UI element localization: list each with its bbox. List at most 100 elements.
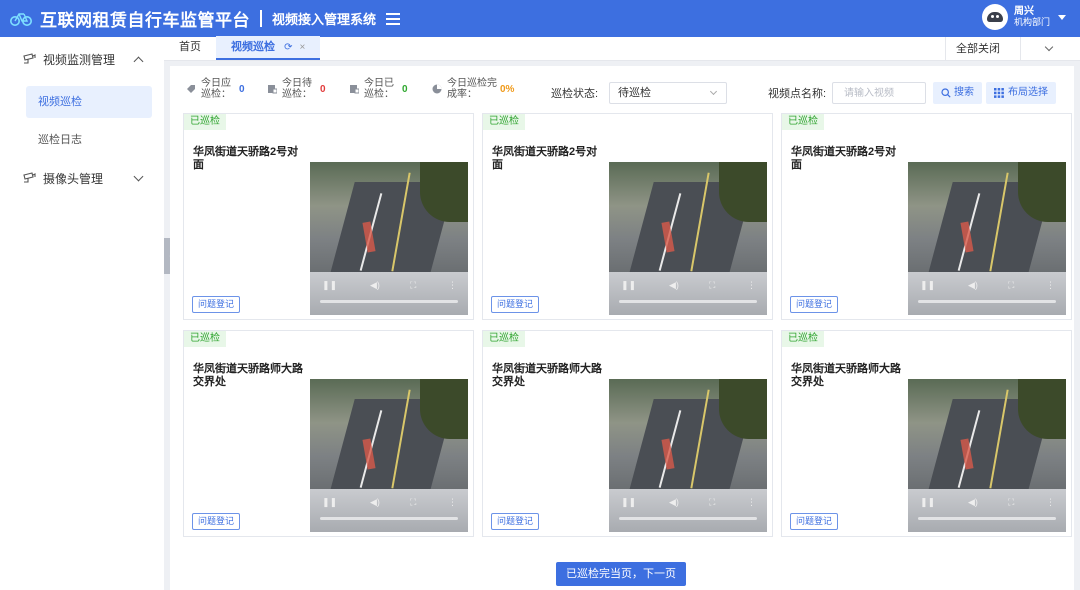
video-frame (310, 379, 468, 509)
search-icon (941, 88, 951, 98)
volume-icon[interactable]: ◀) (370, 497, 380, 508)
video-player[interactable]: ❚❚ ◀) ⛶ ⋮ (908, 162, 1066, 315)
video-card: 已巡检 华凤街道天骄路2号对面 问题登记 ❚❚ ◀) ⛶ ⋮ (183, 113, 474, 320)
issue-register-button[interactable]: 问题登记 (790, 513, 839, 530)
issue-register-button[interactable]: 问题登记 (790, 296, 839, 313)
refresh-icon[interactable]: ⟳ (284, 36, 292, 59)
tab-video-inspection[interactable]: 视频巡检 ⟳ × (216, 36, 321, 60)
tab-label: 首页 (179, 41, 201, 53)
video-progress-bar[interactable] (320, 517, 458, 520)
camera-icon (23, 172, 36, 183)
pause-icon[interactable]: ❚❚ (920, 497, 935, 508)
user-menu[interactable]: 周兴 机构部门 (981, 4, 1066, 30)
sidebar-group-camera-management[interactable]: 摄像头管理 (0, 156, 164, 200)
close-icon[interactable]: × (300, 36, 306, 59)
issue-register-button[interactable]: 问题登记 (491, 513, 540, 530)
stat-label: 今日应巡检： (201, 78, 231, 100)
status-select[interactable]: 待巡检 (609, 82, 727, 104)
video-point-title: 华凤街道天骄路2号对面 (193, 146, 299, 171)
search-button[interactable]: 搜索 (933, 82, 982, 104)
issue-register-button[interactable]: 问题登记 (491, 296, 540, 313)
pause-icon[interactable]: ❚❚ (322, 280, 337, 291)
video-frame (310, 162, 468, 292)
fullscreen-icon[interactable]: ⛶ (410, 497, 416, 508)
sidebar-group-label: 摄像头管理 (43, 171, 104, 186)
fullscreen-icon[interactable]: ⛶ (410, 280, 416, 291)
user-department: 机构部门 (1013, 17, 1050, 27)
video-progress-bar[interactable] (918, 300, 1056, 303)
tab-home[interactable]: 首页 (164, 36, 216, 60)
video-point-title: 华凤街道天骄路师大路交界处 (193, 363, 303, 388)
tabs-dropdown[interactable] (1020, 37, 1080, 61)
fullscreen-icon[interactable]: ⛶ (709, 497, 715, 508)
document-icon (268, 85, 277, 94)
more-options-icon[interactable]: ⋮ (1046, 280, 1055, 291)
caret-down-icon (1058, 14, 1066, 20)
issue-register-button[interactable]: 问题登记 (192, 513, 241, 530)
pie-chart-icon (432, 84, 442, 94)
video-progress-bar[interactable] (320, 300, 458, 303)
layout-button-label: 布局选择 (1008, 87, 1048, 98)
fullscreen-icon[interactable]: ⛶ (1008, 280, 1014, 291)
video-player[interactable]: ❚❚ ◀) ⛶ ⋮ (310, 162, 468, 315)
stat-completed: 今日已巡检： 0 (349, 78, 408, 100)
stat-completion-rate: 今日巡检完成率： 0% (432, 78, 514, 100)
sidebar-group-video-monitoring[interactable]: 视频监测管理 (0, 37, 164, 81)
stat-value: 0 (320, 83, 326, 95)
fullscreen-icon[interactable]: ⛶ (1008, 497, 1014, 508)
video-progress-bar[interactable] (918, 517, 1056, 520)
top-header: 互联网租赁自行车监管平台 视频接入管理系统 周兴 机构部门 (0, 0, 1080, 37)
grid-icon (994, 88, 1004, 98)
volume-icon[interactable]: ◀) (669, 280, 679, 291)
status-badge: 已巡检 (483, 331, 525, 347)
video-controls: ❚❚ ◀) ⛶ ⋮ (609, 272, 767, 315)
stat-label: 今日已巡检： (364, 78, 394, 100)
video-player[interactable]: ❚❚ ◀) ⛶ ⋮ (609, 162, 767, 315)
video-controls: ❚❚ ◀) ⛶ ⋮ (310, 272, 468, 315)
bicycle-icon (10, 11, 32, 27)
chevron-down-icon (133, 171, 144, 181)
more-options-icon[interactable]: ⋮ (747, 497, 756, 508)
search-button-label: 搜索 (954, 87, 974, 98)
video-progress-bar[interactable] (619, 517, 757, 520)
status-badge: 已巡检 (782, 114, 824, 130)
title-divider (260, 10, 262, 27)
video-point-title: 华凤街道天骄路2号对面 (492, 146, 598, 171)
sidebar-item-inspection-log[interactable]: 巡检日志 (26, 124, 152, 156)
chevron-down-icon (1044, 42, 1054, 52)
close-all-tabs-button[interactable]: 全部关闭 (945, 37, 1010, 61)
video-progress-bar[interactable] (619, 300, 757, 303)
sidebar: 视频监测管理 视频巡检 巡检日志 摄像头管理 (0, 37, 164, 590)
sidebar-item-video-inspection[interactable]: 视频巡检 (26, 86, 152, 118)
more-options-icon[interactable]: ⋮ (1046, 497, 1055, 508)
volume-icon[interactable]: ◀) (968, 497, 978, 508)
more-options-icon[interactable]: ⋮ (448, 497, 457, 508)
volume-icon[interactable]: ◀) (669, 497, 679, 508)
stat-pending: 今日待巡检： 0 (267, 78, 326, 100)
status-select-value: 待巡检 (618, 87, 651, 99)
video-player[interactable]: ❚❚ ◀) ⛶ ⋮ (310, 379, 468, 532)
sidebar-group-label: 视频监测管理 (43, 52, 116, 67)
volume-icon[interactable]: ◀) (370, 280, 380, 291)
video-point-title: 华凤街道天骄路2号对面 (791, 146, 897, 171)
more-options-icon[interactable]: ⋮ (747, 280, 756, 291)
pause-icon[interactable]: ❚❚ (920, 280, 935, 291)
video-player[interactable]: ❚❚ ◀) ⛶ ⋮ (908, 379, 1066, 532)
pause-icon[interactable]: ❚❚ (322, 497, 337, 508)
video-player[interactable]: ❚❚ ◀) ⛶ ⋮ (609, 379, 767, 532)
status-badge: 已巡检 (782, 331, 824, 347)
layout-select-button[interactable]: 布局选择 (986, 82, 1056, 104)
menu-toggle-icon[interactable] (386, 12, 401, 25)
video-name-input[interactable] (832, 82, 926, 104)
video-frame (609, 162, 767, 292)
pause-icon[interactable]: ❚❚ (621, 280, 636, 291)
tag-icon (187, 85, 195, 93)
issue-register-button[interactable]: 问题登记 (192, 296, 241, 313)
pause-icon[interactable]: ❚❚ (621, 497, 636, 508)
next-page-button[interactable]: 已巡检完当页，下一页 (556, 562, 686, 586)
stat-label: 今日巡检完成率： (447, 78, 497, 100)
fullscreen-icon[interactable]: ⛶ (709, 280, 715, 291)
status-badge: 已巡检 (483, 114, 525, 130)
more-options-icon[interactable]: ⋮ (448, 280, 457, 291)
volume-icon[interactable]: ◀) (968, 280, 978, 291)
